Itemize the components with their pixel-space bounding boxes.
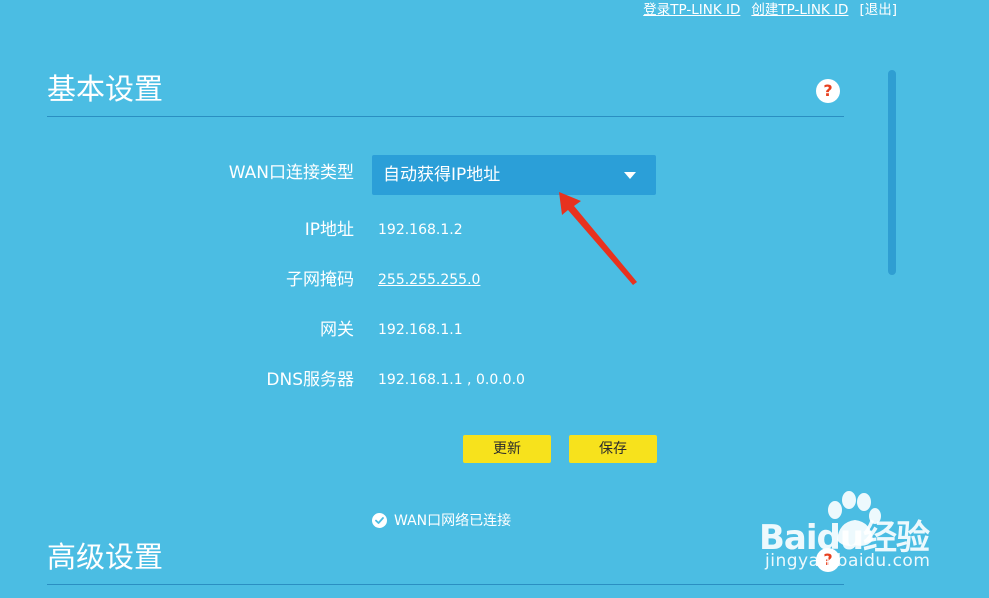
login-tplink-id-link[interactable]: 登录TP-LINK ID (643, 0, 740, 20)
dropdown-caret-icon (624, 172, 636, 179)
wan-status-text: WAN口网络已连接 (394, 513, 512, 529)
scrollbar-thumb[interactable] (888, 70, 896, 275)
advanced-settings-title[interactable]: 高级设置 (47, 539, 163, 575)
basic-settings-title: 基本设置 (47, 72, 164, 106)
question-mark-icon: ? (823, 81, 833, 100)
wan-type-label: WAN口连接类型 (228, 163, 354, 183)
subnet-mask-value[interactable]: 255.255.255.0 (378, 270, 480, 290)
advanced-settings-divider (47, 584, 844, 585)
create-tplink-id-link[interactable]: 创建TP-LINK ID (751, 0, 848, 20)
help-icon[interactable]: ? (816, 79, 840, 103)
watermark-url: jingyan.baidu.com (765, 551, 931, 571)
dns-server-label: DNS服务器 (266, 370, 354, 390)
refresh-button[interactable]: 更新 (463, 435, 551, 463)
gateway-label: 网关 (320, 320, 354, 340)
dns-server-value: 192.168.1.1 , 0.0.0.0 (378, 372, 525, 388)
ip-address-label: IP地址 (304, 220, 354, 240)
basic-settings-divider (47, 116, 844, 117)
logout-link[interactable]: [退出] (859, 0, 897, 20)
save-button[interactable]: 保存 (569, 435, 657, 463)
annotation-arrow-icon (559, 192, 637, 285)
top-account-links: 登录TP-LINK ID 创建TP-LINK ID [退出] (643, 0, 897, 20)
baidu-watermark: Baidu经验 jingyan.baidu.com (747, 490, 947, 580)
check-circle-icon (372, 512, 387, 528)
subnet-mask-label: 子网掩码 (286, 270, 354, 290)
gateway-value: 192.168.1.1 (378, 322, 463, 338)
wan-status: WAN口网络已连接 (372, 510, 511, 530)
ip-address-value: 192.168.1.2 (378, 222, 463, 238)
wan-type-selected-value: 自动获得IP地址 (383, 165, 501, 185)
